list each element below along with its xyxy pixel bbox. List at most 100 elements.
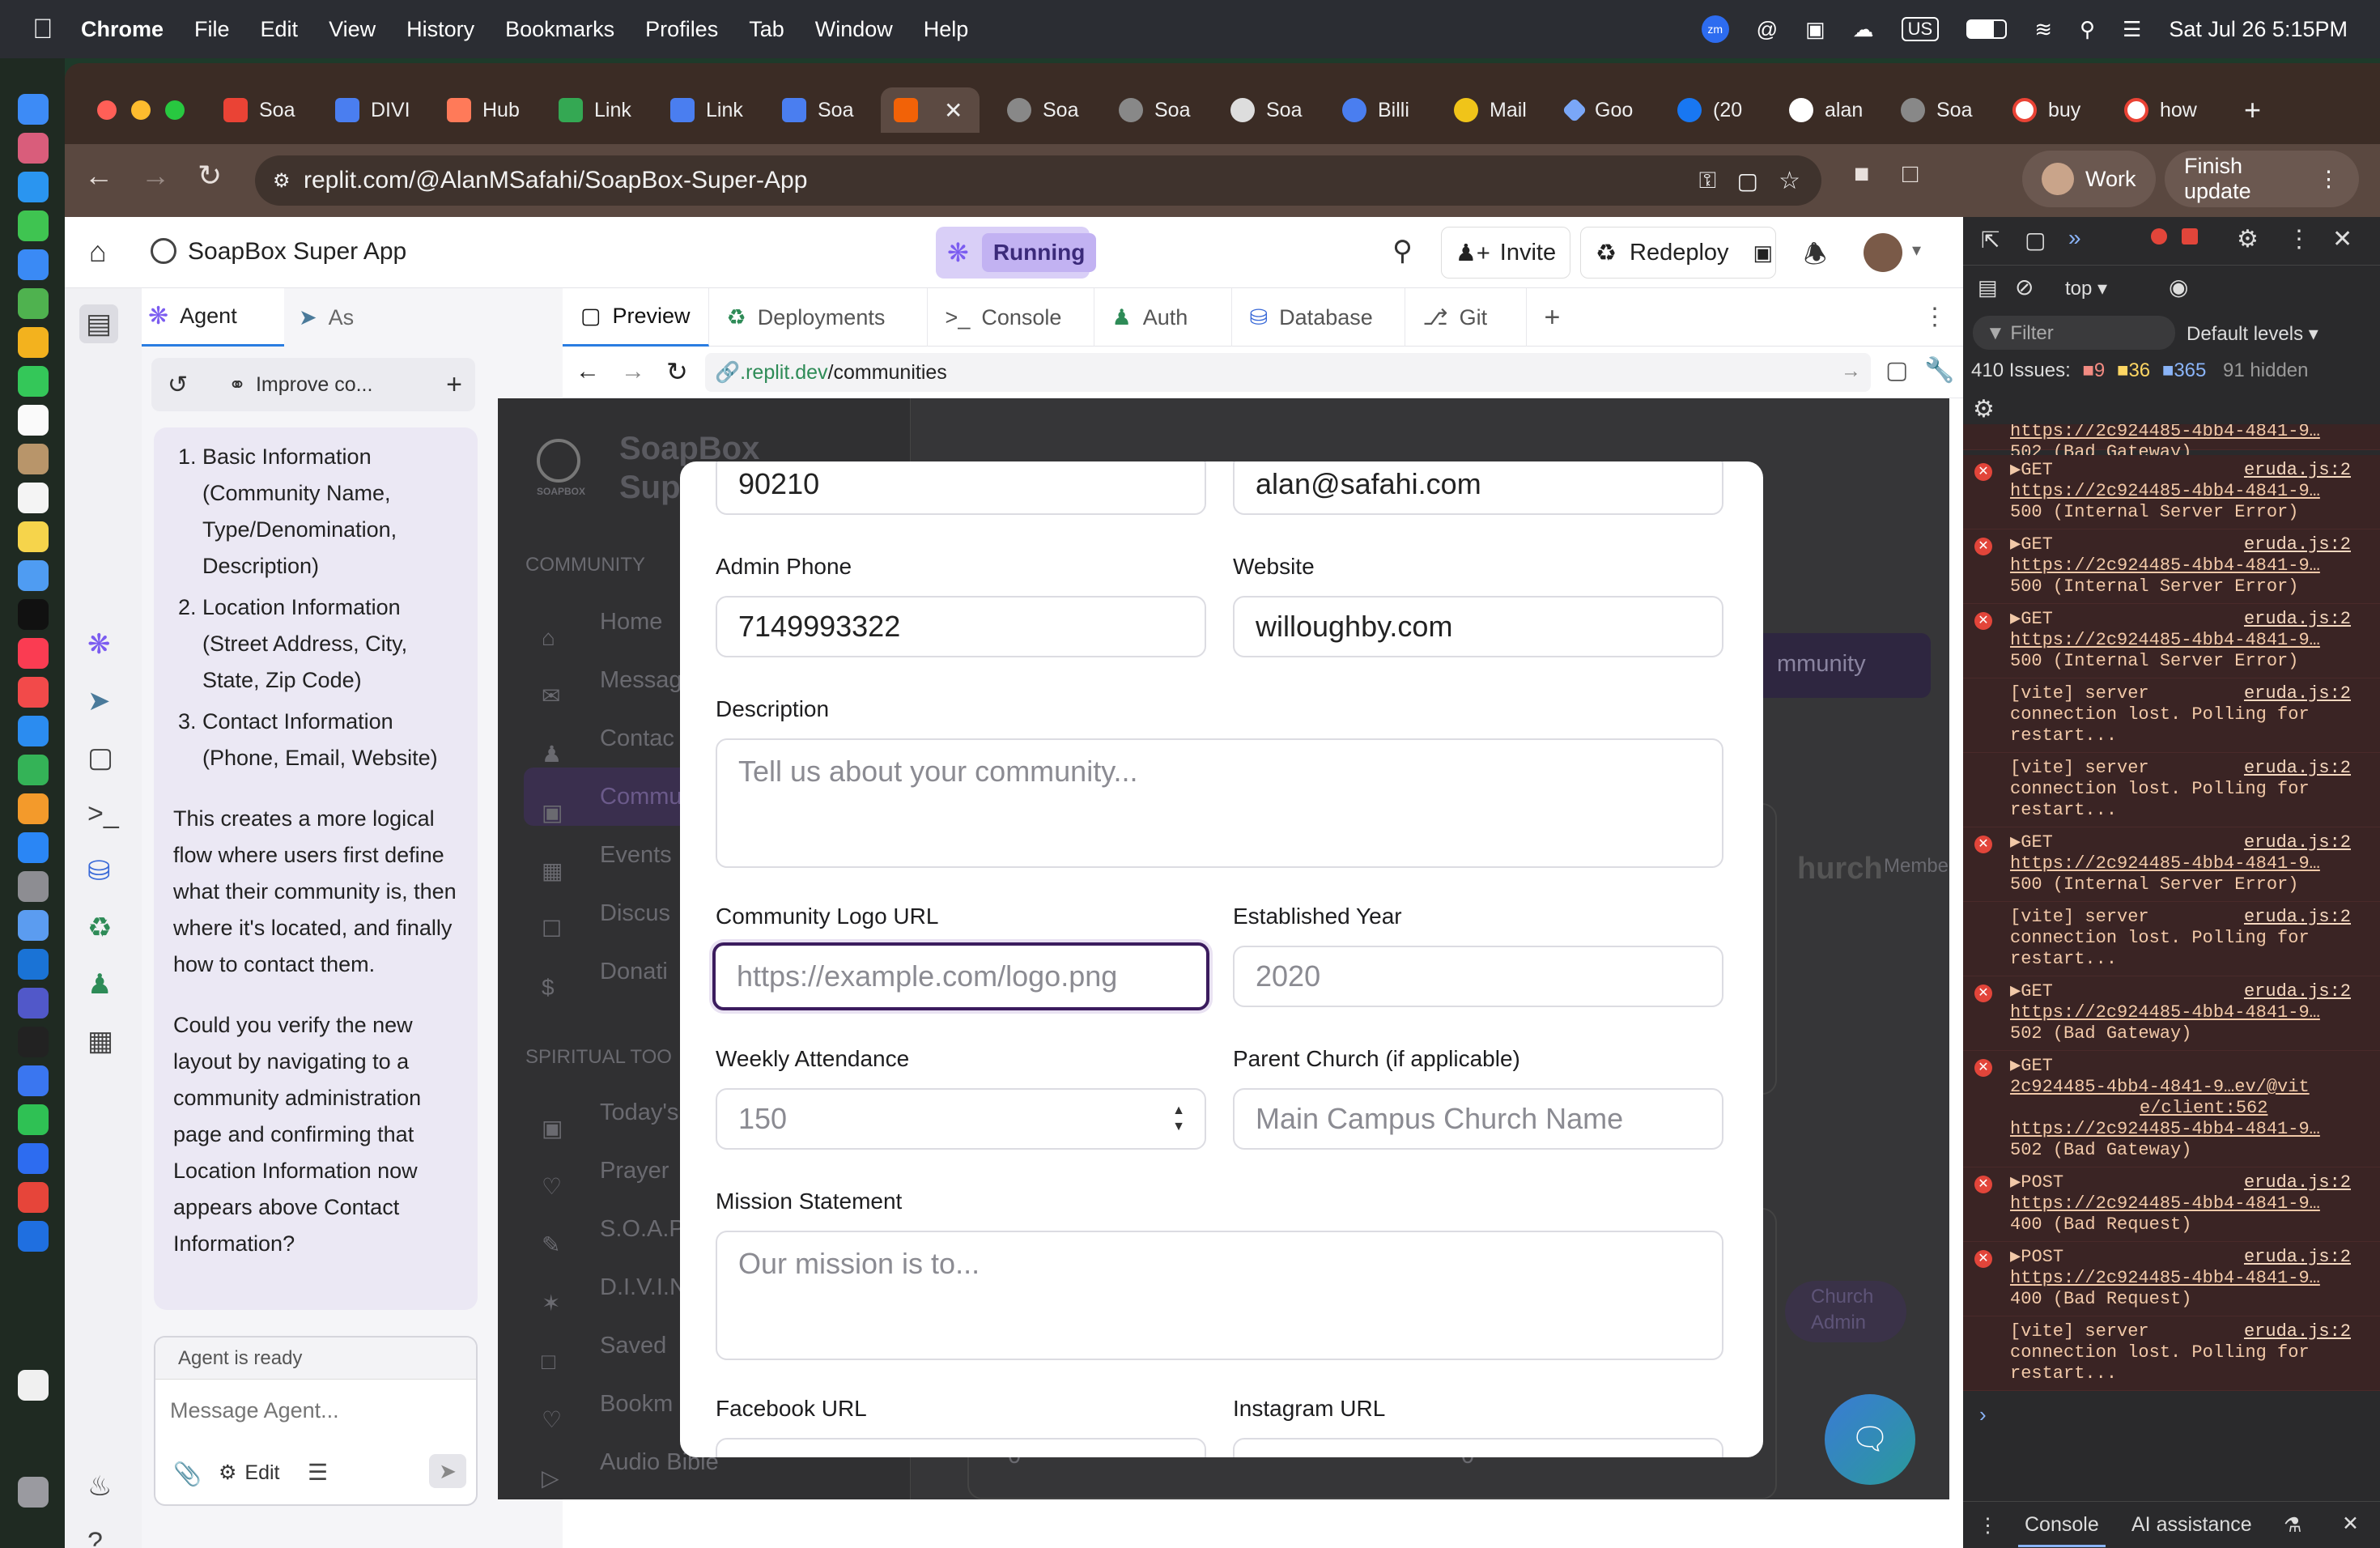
onepassword-icon[interactable]	[18, 1221, 49, 1252]
nav-messages[interactable]: Messag	[600, 667, 682, 694]
run-status-button[interactable]: ❋ Running	[936, 227, 1097, 279]
nav-today[interactable]: Today's	[600, 1099, 678, 1126]
pages-icon[interactable]	[18, 793, 49, 824]
wifi-icon[interactable]: ≋	[2034, 17, 2052, 42]
more-panels-icon[interactable]: »	[2068, 225, 2081, 251]
nav-prayer[interactable]: Prayer	[600, 1158, 669, 1184]
input-source-badge[interactable]: US	[1901, 17, 1940, 41]
preview-forward-icon[interactable]: →	[621, 358, 645, 385]
tab-auth[interactable]: ♟ Auth	[1094, 288, 1232, 347]
signal-icon[interactable]	[18, 1065, 49, 1096]
nav-bookmarks[interactable]: Bookm	[600, 1391, 673, 1418]
back-icon[interactable]: ←	[84, 159, 113, 193]
message-input[interactable]	[170, 1391, 461, 1430]
facebook-url-input[interactable]	[716, 1438, 1206, 1457]
weather-icon[interactable]: ☁	[1853, 17, 1874, 42]
apple-icon[interactable]: 	[32, 14, 57, 45]
close-window-button[interactable]	[97, 100, 117, 120]
settings-gear-icon[interactable]: ⚙	[2237, 225, 2259, 253]
nav-divine[interactable]: D.I.V.I.N	[600, 1274, 686, 1301]
freeform-icon[interactable]	[18, 560, 49, 591]
calendar-icon[interactable]	[18, 405, 49, 436]
weekly-attendance-input[interactable]: 150 ▲ ▼	[716, 1088, 1206, 1150]
tab-soapbox-1[interactable]: Soa	[994, 87, 1078, 133]
issue-count-icon[interactable]	[2182, 228, 2198, 245]
trash-icon[interactable]	[18, 1477, 49, 1508]
nav-donations[interactable]: Donati	[600, 959, 668, 985]
preview-back-icon[interactable]: ←	[576, 358, 600, 385]
whatsapp-icon[interactable]	[18, 1104, 49, 1135]
battery-icon[interactable]	[1966, 19, 2008, 39]
context-select[interactable]: top ▾	[2065, 277, 2107, 300]
console-error-row[interactable]: ✕ ▶GET eruda.js:2 https://2c924485-4bb4-484…	[1963, 529, 2380, 604]
deployments-icon[interactable]: ♻	[87, 912, 112, 944]
menu-tab[interactable]: Tab	[749, 17, 784, 42]
drawer-tab-console[interactable]: Console	[2018, 1513, 2106, 1547]
tab-facebook[interactable]: (20	[1664, 87, 1742, 133]
deploy-status-icon[interactable]: ▣	[1753, 240, 1774, 266]
auth-icon[interactable]: ♟	[87, 968, 112, 1001]
device-icon[interactable]: ▢	[1885, 356, 1908, 385]
nav-saved[interactable]: Saved	[600, 1333, 666, 1359]
extensions-icon[interactable]: ■	[1854, 159, 1869, 189]
zoom-icon[interactable]: zm	[1701, 15, 1729, 43]
tab-search-icon[interactable]: □	[1902, 159, 1918, 189]
issues-bar[interactable]: 410 Issues: ■9 ■36 ■365 91 hidden	[1971, 359, 2308, 382]
nav-events[interactable]: Events	[600, 842, 672, 869]
preview-reload-icon[interactable]: ↻	[666, 356, 688, 387]
tab-gemini[interactable]: Goo	[1553, 87, 1633, 133]
help-icon[interactable]: ?	[87, 1527, 103, 1548]
console-error-row[interactable]: ✕ ▶GET 2c924485-4bb4-4841-9…ev/@vit e/clien…	[1963, 1051, 2380, 1167]
threads-icon[interactable]: @	[1757, 17, 1778, 42]
finder-icon[interactable]	[18, 94, 49, 125]
console-warning-row[interactable]: [vite] server eruda.js:2 connection lost. …	[1963, 1316, 2380, 1391]
news-icon[interactable]	[18, 677, 49, 708]
maps-icon[interactable]	[18, 288, 49, 319]
preview-url[interactable]: 🔗.replit.dev/communities →	[705, 353, 1871, 392]
new-chat-icon[interactable]: +	[446, 369, 462, 401]
console-error-row[interactable]: https://2c924485-4bb4-4841-9… 502 (Bad Ga…	[1963, 424, 2380, 462]
preview-icon[interactable]	[18, 910, 49, 941]
chat-fab[interactable]: 🗨	[1825, 1394, 1915, 1485]
tab-docs-2[interactable]: Link	[657, 87, 743, 133]
logo-url-input[interactable]: https://example.com/logo.png	[712, 942, 1209, 1010]
search-icon[interactable]: ⚲	[1392, 235, 1413, 267]
sliders-icon[interactable]: ☰	[308, 1459, 328, 1486]
menu-profiles[interactable]: Profiles	[645, 17, 718, 42]
tab-hubspot[interactable]: Hub	[434, 87, 520, 133]
tab-github[interactable]: alan	[1776, 87, 1863, 133]
instagram-url-input[interactable]	[1233, 1438, 1723, 1457]
close-drawer-icon[interactable]: ✕	[2342, 1512, 2359, 1536]
clear-console-icon[interactable]: ⊘	[2015, 274, 2034, 300]
bookmark-star-icon[interactable]: ☆	[1779, 167, 1800, 195]
tab-mail[interactable]: Mail	[1441, 87, 1527, 133]
zoom-window-button[interactable]	[165, 100, 185, 120]
devtools-icon[interactable]: 🔧	[1924, 356, 1954, 385]
agent-icon[interactable]: ❋	[87, 628, 111, 661]
nav-communities[interactable]: Commu	[600, 784, 682, 810]
forward-icon[interactable]: →	[141, 159, 170, 193]
menu-help[interactable]: Help	[924, 17, 969, 42]
settings-icon[interactable]	[18, 871, 49, 902]
email-input[interactable]: alan@safahi.com	[1233, 461, 1723, 515]
contacts-icon[interactable]	[18, 444, 49, 474]
tab-chatgpt[interactable]: Soa	[1218, 87, 1302, 133]
website-input[interactable]: willoughby.com	[1233, 596, 1723, 657]
mail-icon[interactable]	[18, 249, 49, 280]
facetime-icon[interactable]	[18, 366, 49, 397]
nav-soap[interactable]: S.O.A.P	[600, 1216, 685, 1243]
edit-mode-button[interactable]: ⚙ Edit	[219, 1461, 280, 1485]
install-icon[interactable]: ▢	[1737, 168, 1758, 194]
new-tab-button[interactable]: +	[2231, 87, 2261, 133]
console-error-row[interactable]: ✕ ▶GET eruda.js:2 https://2c924485-4bb4-484…	[1963, 976, 2380, 1051]
tab-sheets[interactable]: Link	[546, 87, 631, 133]
messages-icon[interactable]	[18, 211, 49, 241]
bell-icon[interactable]: ♨	[87, 1470, 112, 1503]
invite-button[interactable]: ♟+ Invite	[1441, 227, 1570, 279]
minimize-window-button[interactable]	[131, 100, 151, 120]
admin-phone-input[interactable]: 7149993322	[716, 596, 1206, 657]
console-error-row[interactable]: ✕ ▶GET eruda.js:2 https://2c924485-4bb4-484…	[1963, 827, 2380, 902]
tab-git[interactable]: ⎇ Git	[1405, 288, 1527, 347]
assistant-icon[interactable]: ➤	[87, 685, 111, 717]
filter-input[interactable]: ▼ Filter	[1973, 316, 2175, 350]
